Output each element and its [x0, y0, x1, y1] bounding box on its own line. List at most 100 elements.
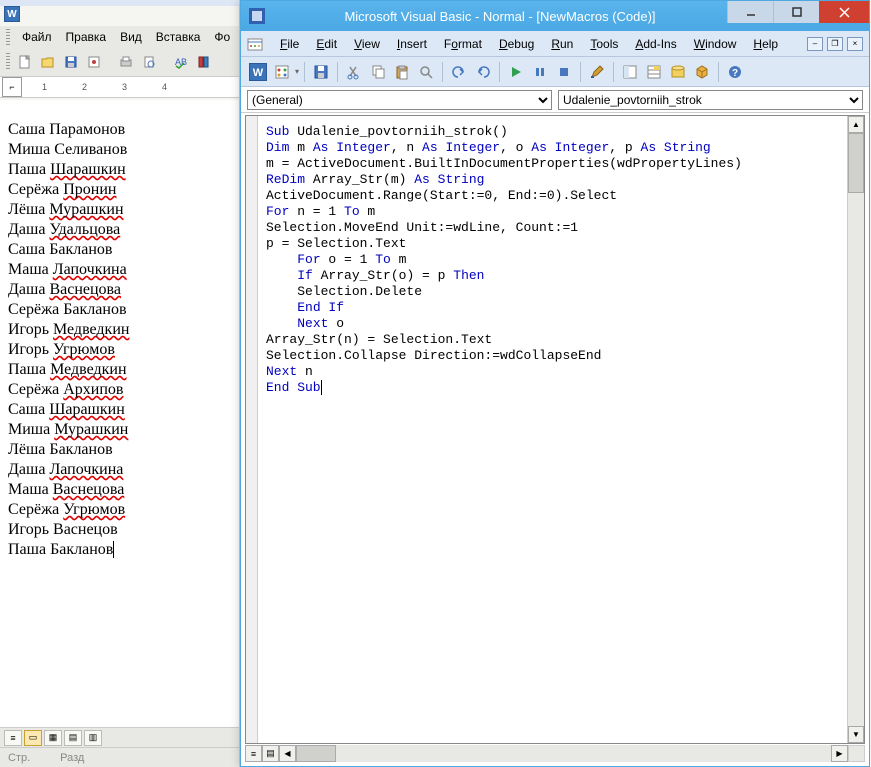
document-line[interactable]: Серёжа Угрюмов	[8, 500, 231, 520]
print-layout-view-button[interactable]: ▦	[44, 730, 62, 746]
size-grip[interactable]	[848, 745, 865, 762]
cut-button[interactable]	[343, 61, 365, 83]
menu-edit[interactable]: Правка	[60, 28, 113, 46]
procedure-dropdown[interactable]: Udalenie_povtorniih_strok	[558, 90, 863, 110]
break-button[interactable]	[529, 61, 551, 83]
document-line[interactable]: Миша Мурашкин	[8, 420, 231, 440]
document-line[interactable]: Саша Шарашкин	[8, 400, 231, 420]
project-explorer-button[interactable]	[619, 61, 641, 83]
object-dropdown[interactable]: (General)	[247, 90, 552, 110]
document-line[interactable]: Даша Удальцова	[8, 220, 231, 240]
properties-button[interactable]	[643, 61, 665, 83]
menu-debug[interactable]: Debug	[491, 34, 542, 54]
save-button[interactable]	[310, 61, 332, 83]
hscroll-thumb[interactable]	[296, 745, 336, 762]
menu-insert[interactable]: Вставка	[150, 28, 207, 46]
menu-tools[interactable]: Tools	[582, 34, 626, 54]
word-app-icon[interactable]: W	[4, 6, 24, 26]
word-ruler[interactable]: ⌐ 1 2 3 4	[0, 76, 239, 98]
help-button[interactable]: ?	[724, 61, 746, 83]
document-line[interactable]: Игорь Медведкин	[8, 320, 231, 340]
menu-insert[interactable]: Insert	[389, 34, 435, 54]
scroll-up-button[interactable]: ▲	[848, 116, 864, 133]
grip-icon[interactable]	[6, 53, 10, 71]
reset-button[interactable]	[553, 61, 575, 83]
paste-button[interactable]	[391, 61, 413, 83]
print-button[interactable]	[116, 52, 136, 72]
menu-edit[interactable]: Edit	[308, 34, 345, 54]
menu-view[interactable]: View	[346, 34, 388, 54]
design-mode-button[interactable]	[586, 61, 608, 83]
view-word-button[interactable]: W	[247, 61, 269, 83]
vb-titlebar[interactable]: Microsoft Visual Basic - Normal - [NewMa…	[241, 1, 869, 31]
vb-module-icon[interactable]	[245, 34, 265, 54]
research-button[interactable]	[194, 52, 214, 72]
minimize-button[interactable]	[727, 1, 773, 23]
document-line[interactable]: Даша Лапочкина	[8, 460, 231, 480]
document-line[interactable]: Маша Лапочкина	[8, 260, 231, 280]
menu-format-cut[interactable]: Фо	[208, 28, 236, 46]
procedure-view-button[interactable]: ≡	[245, 745, 262, 762]
web-view-button[interactable]: ▭	[24, 730, 42, 746]
document-line[interactable]: Игорь Угрюмов	[8, 340, 231, 360]
hscroll-track[interactable]	[296, 745, 831, 762]
mdi-close-button[interactable]: ×	[847, 37, 863, 51]
scroll-right-button[interactable]: ▶	[831, 745, 848, 762]
vertical-scrollbar[interactable]: ▲ ▼	[847, 116, 864, 743]
grip-icon[interactable]	[6, 29, 10, 45]
print-preview-button[interactable]	[139, 52, 159, 72]
insert-module-button[interactable]	[271, 61, 293, 83]
find-button[interactable]	[415, 61, 437, 83]
reading-view-button[interactable]: ▥	[84, 730, 102, 746]
margin-indicator-bar[interactable]	[246, 116, 258, 743]
scroll-left-button[interactable]: ◀	[279, 745, 296, 762]
close-button[interactable]	[819, 1, 869, 23]
document-line[interactable]: Паша Шарашкин	[8, 160, 231, 180]
document-line[interactable]: Саша Парамонов	[8, 120, 231, 140]
menu-file[interactable]: Файл	[16, 28, 58, 46]
open-button[interactable]	[38, 52, 58, 72]
document-line[interactable]: Паша Медведкин	[8, 360, 231, 380]
permissions-button[interactable]	[84, 52, 104, 72]
new-doc-button[interactable]	[15, 52, 35, 72]
outline-view-button[interactable]: ▤	[64, 730, 82, 746]
menu-file[interactable]: File	[272, 34, 307, 54]
document-line[interactable]: Саша Бакланов	[8, 240, 231, 260]
document-line[interactable]: Даша Васнецова	[8, 280, 231, 300]
document-line[interactable]: Миша Селиванов	[8, 140, 231, 160]
run-button[interactable]	[505, 61, 527, 83]
undo-button[interactable]	[448, 61, 470, 83]
document-line[interactable]: Серёжа Пронин	[8, 180, 231, 200]
menu-run[interactable]: Run	[543, 34, 581, 54]
object-browser-button[interactable]	[667, 61, 689, 83]
document-line[interactable]: Маша Васнецова	[8, 480, 231, 500]
menu-help[interactable]: Help	[745, 34, 786, 54]
maximize-button[interactable]	[773, 1, 819, 23]
scroll-thumb[interactable]	[848, 133, 864, 193]
document-line[interactable]: Паша Бакланов	[8, 540, 231, 560]
vb-app-icon[interactable]	[249, 8, 265, 24]
menu-addins[interactable]: Add-Ins	[627, 34, 684, 54]
full-module-view-button[interactable]: ▤	[262, 745, 279, 762]
mdi-minimize-button[interactable]: –	[807, 37, 823, 51]
word-document-area[interactable]: Саша ПарамоновМиша СеливановПаша Шарашки…	[0, 100, 239, 727]
copy-button[interactable]	[367, 61, 389, 83]
ruler-tick: 3	[122, 82, 127, 92]
code-editor[interactable]: Sub Udalenie_povtorniih_strok() Dim m As…	[258, 116, 847, 743]
document-line[interactable]: Серёжа Архипов	[8, 380, 231, 400]
document-line[interactable]: Лёша Мурашкин	[8, 200, 231, 220]
tab-selector[interactable]: ⌐	[2, 77, 22, 97]
redo-button[interactable]	[472, 61, 494, 83]
document-line[interactable]: Игорь Васнецов	[8, 520, 231, 540]
menu-view[interactable]: Вид	[114, 28, 148, 46]
spelling-button[interactable]: AB	[171, 52, 191, 72]
document-line[interactable]: Серёжа Бакланов	[8, 300, 231, 320]
normal-view-button[interactable]: ≡	[4, 730, 22, 746]
document-line[interactable]: Лёша Бакланов	[8, 440, 231, 460]
mdi-restore-button[interactable]: ❐	[827, 37, 843, 51]
menu-format[interactable]: Format	[436, 34, 490, 54]
toolbox-button[interactable]	[691, 61, 713, 83]
save-button[interactable]	[61, 52, 81, 72]
menu-window[interactable]: Window	[686, 34, 745, 54]
scroll-down-button[interactable]: ▼	[848, 726, 864, 743]
